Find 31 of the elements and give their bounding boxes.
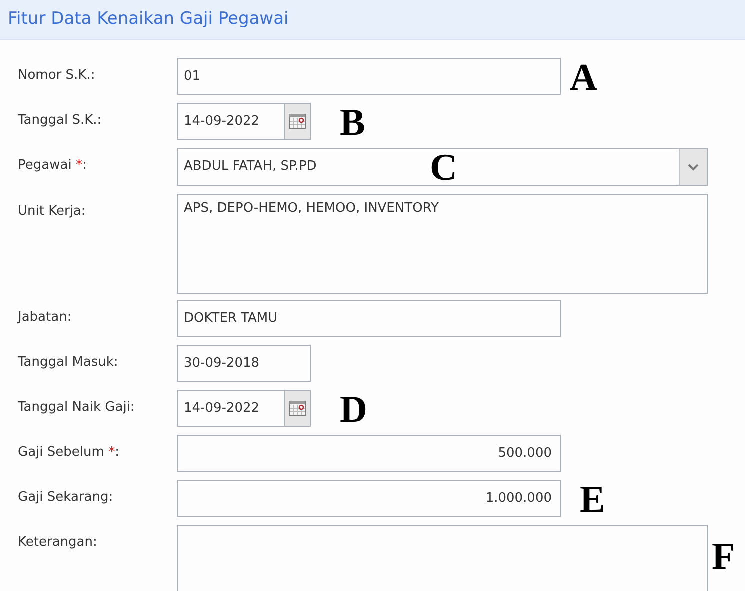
field-label: Jabatan: [16, 309, 73, 327]
annotation-letter: B [340, 101, 366, 145]
calendar-icon [289, 114, 306, 129]
field-label: Pegawai *: [17, 157, 88, 175]
field-label: Tanggal Masuk: [17, 354, 120, 372]
field-label: Gaji Sebelum *: [17, 444, 120, 462]
input-field[interactable]: 01 [177, 58, 561, 95]
calendar-button[interactable] [284, 390, 311, 427]
date-field[interactable]: 14-09-2022 [177, 103, 284, 140]
field-label: Tanggal S.K.: [17, 112, 103, 130]
annotation-letter: A [570, 56, 598, 100]
calendar-button[interactable] [284, 103, 311, 140]
calendar-icon [289, 401, 306, 416]
input-field[interactable]: 500.000 [177, 435, 561, 472]
page-title: Fitur Data Kenaikan Gaji Pegawai [8, 8, 289, 31]
select-value: ABDUL FATAH, SP.PD [184, 158, 317, 176]
annotation-letter: F [712, 535, 736, 579]
chevron-down-icon [688, 164, 699, 170]
text-area[interactable]: APS, DEPO-HEMO, HEMOO, INVENTORY [177, 194, 708, 294]
field-label: Gaji Sekarang: [17, 489, 114, 507]
dropdown-button[interactable] [679, 149, 707, 185]
annotation-letter: D [340, 388, 368, 432]
field-label: Keterangan: [17, 534, 98, 552]
field-label: Unit Kerja: [17, 203, 87, 221]
date-field[interactable]: 14-09-2022 [177, 390, 284, 427]
input-field[interactable]: 1.000.000 [177, 480, 561, 517]
field-label: Nomor S.K.: [17, 67, 96, 85]
field-label: Tanggal Naik Gaji: [17, 399, 136, 417]
input-field[interactable]: 30-09-2018 [177, 345, 311, 382]
input-field[interactable]: DOKTER TAMU [177, 300, 561, 337]
annotation-letter: E [580, 478, 606, 522]
